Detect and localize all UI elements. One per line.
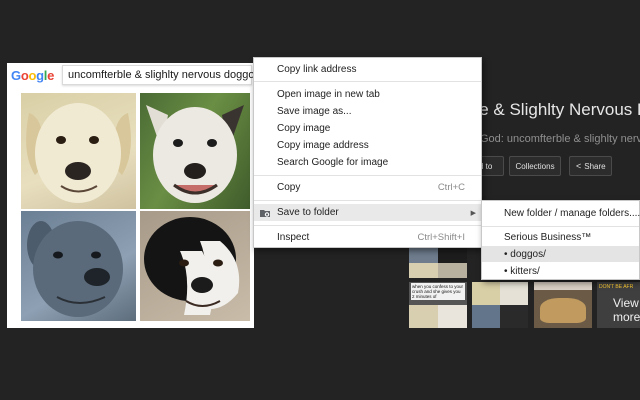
- submenu-label: • kitters/: [504, 265, 540, 277]
- dog-photo-grey: [21, 211, 136, 321]
- menu-item-copy[interactable]: Copy Ctrl+C: [254, 179, 481, 196]
- menu-item-inspect[interactable]: Inspect Ctrl+Shift+I: [254, 229, 481, 246]
- menu-item-copy-image[interactable]: Copy image: [254, 120, 481, 137]
- menu-item-open-image-new-tab[interactable]: Open image in new tab: [254, 86, 481, 103]
- dog-photo-yellow: [21, 93, 136, 209]
- submenu-label: New folder / manage folders....: [504, 207, 640, 219]
- shortcut-inspect: Ctrl+Shift+I: [417, 232, 465, 243]
- submenu-separator: [482, 226, 639, 227]
- menu-label: Open image in new tab: [277, 89, 380, 100]
- shortcut-copy: Ctrl+C: [437, 182, 465, 193]
- menu-item-copy-link[interactable]: Copy link address: [254, 61, 481, 78]
- menu-separator: [254, 225, 481, 226]
- collections-label: Collections: [515, 161, 555, 171]
- view-more-thumb[interactable]: DON'T BE AFR View more: [597, 282, 640, 328]
- logo-letter: g: [36, 68, 44, 83]
- result-title: ble & Slighlty Nervous D: [466, 100, 640, 119]
- logo-letter: o: [28, 68, 37, 83]
- image-card[interactable]: Google uncomfterble & slighlty nervous d…: [7, 63, 260, 328]
- thumb-banner: DON'T BE AFR: [599, 284, 634, 290]
- menu-label: Search Google for image: [277, 157, 389, 168]
- submenu-label: Serious Business™: [504, 231, 592, 243]
- logo-letter: G: [11, 68, 21, 83]
- dog-photo-white: [140, 93, 250, 209]
- context-menu: Copy link address Open image in new tab …: [253, 57, 482, 248]
- related-thumb[interactable]: [409, 248, 467, 278]
- save-folder-submenu: New folder / manage folders.... Serious …: [481, 200, 640, 280]
- thumb-caption: when you confess to your crush and she g…: [411, 283, 465, 300]
- submenu-group-title: Serious Business™: [482, 229, 639, 245]
- view-more-label: View more: [613, 296, 640, 324]
- logo-letter: e: [47, 68, 55, 83]
- share-button[interactable]: < Share: [569, 156, 612, 176]
- related-thumb[interactable]: [472, 282, 528, 328]
- menu-item-search-google-image[interactable]: Search Google for image: [254, 154, 481, 171]
- result-source: God: uncomfterble & slighlty nervous d: [480, 133, 640, 145]
- dog-photo-black-white: [140, 211, 250, 321]
- menu-label: Copy link address: [277, 64, 357, 75]
- submenu-folder-kitters[interactable]: • kitters/: [482, 263, 639, 279]
- menu-separator: [254, 200, 481, 201]
- search-box: uncomfterble & slighlty nervous doggos: [62, 65, 260, 85]
- menu-label: Save image as...: [277, 106, 352, 117]
- submenu-folder-doggos[interactable]: • doggos/: [482, 246, 639, 262]
- menu-label: Copy: [277, 182, 301, 193]
- collections-button[interactable]: Collections: [509, 156, 561, 176]
- submenu-label: • doggos/: [504, 248, 546, 260]
- menu-label: Inspect: [277, 232, 310, 243]
- menu-label: Save to folder: [277, 207, 339, 218]
- menu-item-save-image-as[interactable]: Save image as...: [254, 103, 481, 120]
- related-thumb[interactable]: [534, 282, 592, 328]
- menu-item-save-to-folder[interactable]: Save to folder ▶: [254, 204, 481, 221]
- related-thumb[interactable]: when you confess to your crush and she g…: [409, 282, 467, 328]
- menu-label: Copy image: [277, 123, 331, 134]
- menu-separator: [254, 175, 481, 176]
- share-icon: <: [576, 161, 582, 171]
- triangle-right-icon: ▶: [470, 209, 476, 217]
- google-logo: Google: [11, 68, 54, 83]
- search-query: uncomfterble & slighlty nervous doggos: [68, 69, 260, 81]
- menu-separator: [254, 81, 481, 82]
- logo-letter: o: [20, 68, 29, 83]
- folder-gear-icon: [260, 210, 270, 217]
- menu-item-copy-image-address[interactable]: Copy image address: [254, 137, 481, 154]
- share-label: Share: [584, 161, 606, 171]
- menu-label: Copy image address: [277, 140, 369, 151]
- submenu-item-new-folder[interactable]: New folder / manage folders....: [482, 205, 640, 221]
